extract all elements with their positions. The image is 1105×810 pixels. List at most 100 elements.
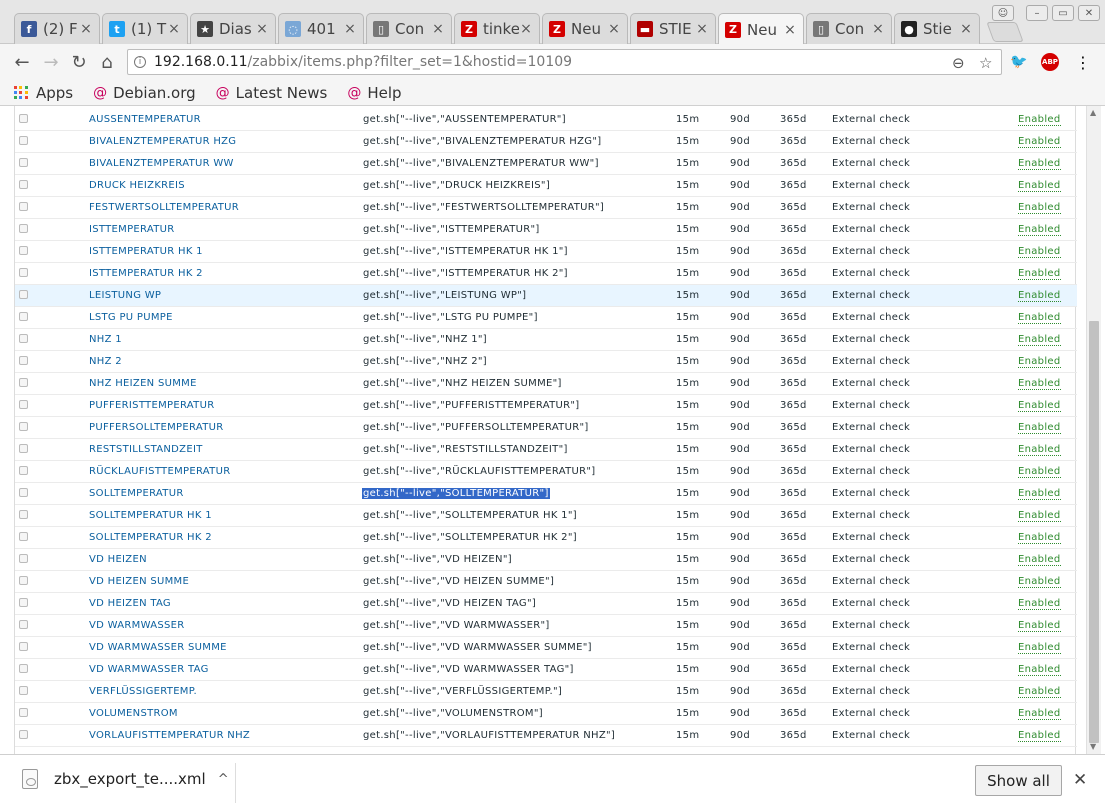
item-status-link[interactable]: Enabled <box>1018 554 1061 566</box>
item-name-link[interactable]: RESTSTILLSTANDZEIT <box>89 444 203 455</box>
tab-close-icon[interactable]: × <box>519 21 533 37</box>
row-checkbox[interactable] <box>19 510 28 519</box>
forward-arrow-icon[interactable]: → <box>41 52 61 73</box>
tab-close-icon[interactable]: × <box>255 21 269 37</box>
item-status-link[interactable]: Enabled <box>1018 466 1061 478</box>
row-checkbox[interactable] <box>19 114 28 123</box>
item-name-link[interactable]: VD WARMWASSER SUMME <box>89 642 227 653</box>
show-all-button[interactable]: Show all <box>975 765 1062 796</box>
row-checkbox[interactable] <box>19 268 28 277</box>
item-name-link[interactable]: VD WARMWASSER TAG <box>89 664 209 675</box>
item-name-link[interactable]: DRUCK HEIZKREIS <box>89 180 185 191</box>
item-name-link[interactable]: SOLLTEMPERATUR <box>89 488 184 499</box>
row-checkbox[interactable] <box>19 224 28 233</box>
row-checkbox[interactable] <box>19 312 28 321</box>
row-checkbox[interactable] <box>19 664 28 673</box>
bookmark-apps[interactable]: Apps <box>14 84 73 102</box>
tab-close-icon[interactable]: × <box>343 21 357 37</box>
item-status-link[interactable]: Enabled <box>1018 334 1061 346</box>
item-name-link[interactable]: LSTG PU PUMPE <box>89 312 173 323</box>
item-status-link[interactable]: Enabled <box>1018 114 1061 126</box>
item-status-link[interactable]: Enabled <box>1018 532 1061 544</box>
item-status-link[interactable]: Enabled <box>1018 444 1061 456</box>
home-icon[interactable]: ⌂ <box>97 52 117 73</box>
item-name-link[interactable]: BIVALENZTEMPERATUR WW <box>89 158 234 169</box>
row-checkbox[interactable] <box>19 136 28 145</box>
browser-tab[interactable]: t (1) T × <box>102 13 188 44</box>
item-status-link[interactable]: Enabled <box>1018 356 1061 368</box>
page-scrollbar[interactable]: ▲ ▼ <box>1086 106 1101 754</box>
item-name-link[interactable]: SOLLTEMPERATUR HK 2 <box>89 532 212 543</box>
tab-close-icon[interactable]: × <box>431 21 445 37</box>
item-status-link[interactable]: Enabled <box>1018 246 1061 258</box>
item-status-link[interactable]: Enabled <box>1018 576 1061 588</box>
close-icon[interactable]: ✕ <box>1073 770 1087 790</box>
tab-close-icon[interactable]: × <box>959 21 973 37</box>
item-status-link[interactable]: Enabled <box>1018 290 1061 302</box>
row-checkbox[interactable] <box>19 598 28 607</box>
item-status-link[interactable]: Enabled <box>1018 136 1061 148</box>
row-checkbox[interactable] <box>19 620 28 629</box>
browser-tab[interactable]: Ztinke × <box>454 13 540 44</box>
reload-icon[interactable]: ↻ <box>69 52 89 73</box>
tab-close-icon[interactable]: × <box>783 22 797 38</box>
chevron-up-icon[interactable]: ^ <box>218 772 229 787</box>
item-status-link[interactable]: Enabled <box>1018 400 1061 412</box>
row-checkbox[interactable] <box>19 290 28 299</box>
browser-tab[interactable]: ★ Dias × <box>190 13 276 44</box>
scrollbar-thumb[interactable] <box>1089 321 1099 743</box>
minimize-icon[interactable]: – <box>1026 5 1048 21</box>
item-name-link[interactable]: BIVALENZTEMPERATUR HZG <box>89 136 236 147</box>
scroll-up-icon[interactable]: ▲ <box>1090 108 1096 117</box>
item-name-link[interactable]: VD HEIZEN TAG <box>89 598 171 609</box>
item-name-link[interactable]: VD HEIZEN SUMME <box>89 576 189 587</box>
adblock-plus-icon[interactable]: ABP <box>1040 52 1060 72</box>
zoom-icon[interactable]: ⊖ <box>952 54 965 72</box>
item-name-link[interactable]: VORLAUFISTTEMPERATUR NHZ <box>89 730 250 741</box>
bookmark-debian-org[interactable]: @ Debian.org <box>93 84 196 102</box>
bookmark-star-icon[interactable]: ☆ <box>979 54 992 72</box>
row-checkbox[interactable] <box>19 686 28 695</box>
item-status-link[interactable]: Enabled <box>1018 730 1061 742</box>
row-checkbox[interactable] <box>19 708 28 717</box>
item-status-link[interactable]: Enabled <box>1018 708 1061 720</box>
browser-tab[interactable]: ▬ STIE × <box>630 13 716 44</box>
tab-close-icon[interactable]: × <box>167 21 181 37</box>
tab-close-icon[interactable]: × <box>79 21 93 37</box>
item-name-link[interactable]: VD WARMWASSER <box>89 620 185 631</box>
item-name-link[interactable]: ISTTEMPERATUR <box>89 224 175 235</box>
item-status-link[interactable]: Enabled <box>1018 510 1061 522</box>
item-status-link[interactable]: Enabled <box>1018 268 1061 280</box>
row-checkbox[interactable] <box>19 246 28 255</box>
close-window-icon[interactable]: ✕ <box>1078 5 1100 21</box>
item-name-link[interactable]: VOLUMENSTROM <box>89 708 178 719</box>
row-checkbox[interactable] <box>19 378 28 387</box>
item-name-link[interactable]: NHZ 2 <box>89 356 122 367</box>
row-checkbox[interactable] <box>19 444 28 453</box>
browser-tab[interactable]: ◌ 401 × <box>278 13 364 44</box>
item-name-link[interactable]: PUFFERSOLLTEMPERATUR <box>89 422 224 433</box>
item-name-link[interactable]: AUSSENTEMPERATUR <box>89 114 201 125</box>
browser-tab[interactable]: Z Neu × <box>542 13 628 44</box>
browser-tab[interactable]: ▯ Con × <box>366 13 452 44</box>
row-checkbox[interactable] <box>19 554 28 563</box>
bookmark-help[interactable]: @ Help <box>347 84 401 102</box>
scroll-down-icon[interactable]: ▼ <box>1090 742 1096 751</box>
row-checkbox[interactable] <box>19 488 28 497</box>
row-checkbox[interactable] <box>19 642 28 651</box>
browser-tab[interactable]: f (2) F × <box>14 13 100 44</box>
row-checkbox[interactable] <box>19 730 28 739</box>
item-name-link[interactable]: ISTTEMPERATUR HK 2 <box>89 268 203 279</box>
maximize-icon[interactable]: ▭ <box>1052 5 1074 21</box>
row-checkbox[interactable] <box>19 202 28 211</box>
item-name-link[interactable]: ISTTEMPERATUR HK 1 <box>89 246 203 257</box>
item-name-link[interactable]: SOLLTEMPERATUR HK 1 <box>89 510 212 521</box>
row-checkbox[interactable] <box>19 334 28 343</box>
item-name-link[interactable]: PUFFERISTTEMPERATUR <box>89 400 214 411</box>
browser-tab[interactable]: ● Stie × <box>894 13 980 44</box>
item-name-link[interactable]: NHZ HEIZEN SUMME <box>89 378 197 389</box>
item-status-link[interactable]: Enabled <box>1018 312 1061 324</box>
item-name-link[interactable]: NHZ 1 <box>89 334 122 345</box>
item-status-link[interactable]: Enabled <box>1018 202 1061 214</box>
row-checkbox[interactable] <box>19 422 28 431</box>
